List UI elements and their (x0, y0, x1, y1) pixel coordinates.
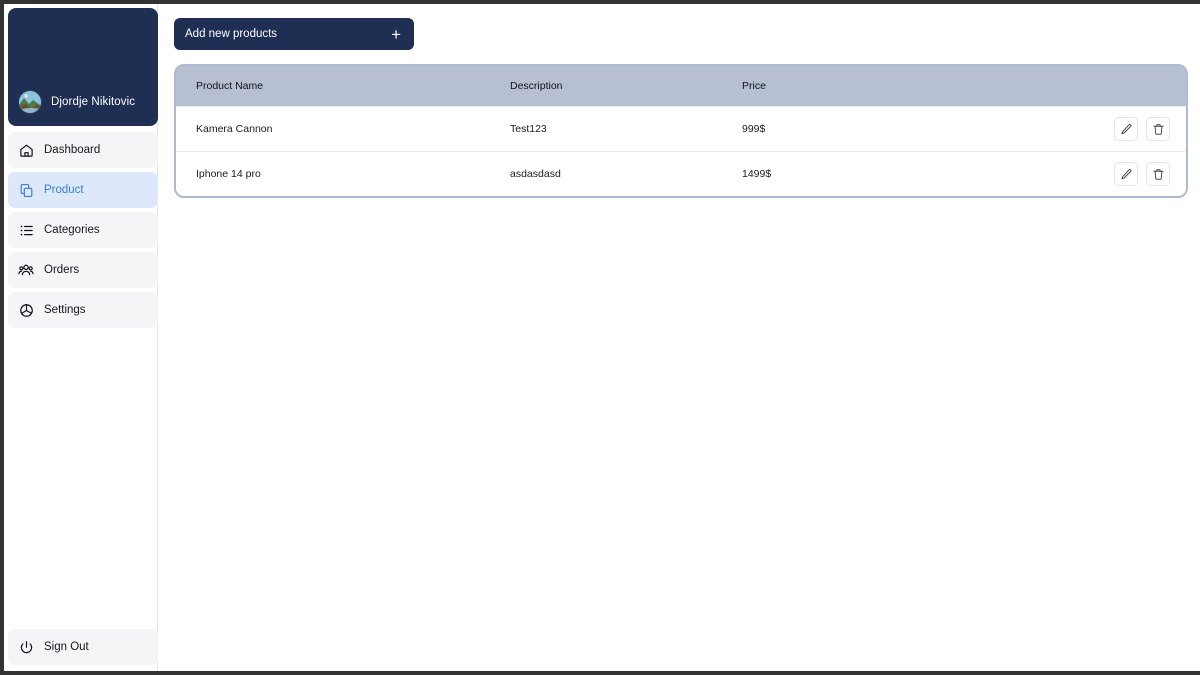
sidebar-item-product[interactable]: Product (8, 172, 158, 208)
trash-icon (1152, 123, 1164, 135)
sidebar-item-categories[interactable]: Categories (8, 212, 158, 248)
products-table: Product Name Description Price Kamera Ca… (174, 64, 1188, 198)
plus-icon: + (391, 24, 401, 44)
copy-icon (18, 182, 34, 198)
delete-product-button[interactable] (1146, 117, 1170, 141)
app-window: Djordje Nikitovic Dashboard Product Cate… (0, 0, 1200, 675)
edit-product-button[interactable] (1114, 162, 1138, 186)
profile-name: Djordje Nikitovic (51, 96, 136, 108)
landscape-photo-avatar (19, 91, 41, 113)
cell-description: asdasdasd (510, 168, 561, 180)
cell-product-name: Kamera Cannon (196, 123, 273, 135)
column-header-description: Description (510, 80, 563, 92)
power-icon (18, 639, 34, 655)
table-row: Kamera Cannon Test123 999$ (176, 106, 1186, 151)
column-header-price: Price (742, 80, 766, 92)
add-new-products-button[interactable]: Add new products + (174, 18, 414, 50)
sign-out-label: Sign Out (44, 641, 89, 653)
list-icon (18, 222, 34, 238)
sidebar-item-label: Categories (44, 224, 100, 236)
cell-description: Test123 (510, 123, 547, 135)
pie-gear-icon (18, 302, 34, 318)
add-new-products-label: Add new products (185, 28, 278, 40)
sidebar-item-dashboard[interactable]: Dashboard (8, 132, 158, 168)
sign-out-button[interactable]: Sign Out (8, 629, 158, 665)
cell-price: 999$ (742, 123, 766, 135)
pencil-icon (1120, 123, 1131, 134)
main-content: Add new products + Product Name Descript… (158, 4, 1200, 671)
pencil-icon (1120, 168, 1131, 179)
cell-product-name: Iphone 14 pro (196, 168, 261, 180)
sidebar-item-label: Orders (44, 264, 80, 276)
sidebar-item-orders[interactable]: Orders (8, 252, 158, 288)
column-header-product-name: Product Name (196, 80, 264, 92)
sidebar-nav: Dashboard Product Categories Orders Sett… (8, 132, 158, 328)
avatar (18, 90, 42, 114)
home-icon (18, 142, 34, 158)
cell-price: 1499$ (742, 168, 772, 180)
app-body: Djordje Nikitovic Dashboard Product Cate… (4, 4, 1200, 671)
trash-icon (1152, 168, 1164, 180)
edit-product-button[interactable] (1114, 117, 1138, 141)
sidebar-item-label: Dashboard (44, 144, 101, 156)
table-row: Iphone 14 pro asdasdasd 1499$ (176, 151, 1186, 196)
row-actions (1052, 117, 1186, 141)
sidebar-item-settings[interactable]: Settings (8, 292, 158, 328)
sidebar-item-label: Settings (44, 304, 86, 316)
profile-card: Djordje Nikitovic (8, 8, 158, 126)
table-header-row: Product Name Description Price (176, 66, 1186, 106)
people-icon (18, 262, 34, 278)
sidebar-item-label: Product (44, 184, 84, 196)
sidebar: Djordje Nikitovic Dashboard Product Cate… (4, 4, 158, 671)
row-actions (1052, 162, 1186, 186)
delete-product-button[interactable] (1146, 162, 1170, 186)
